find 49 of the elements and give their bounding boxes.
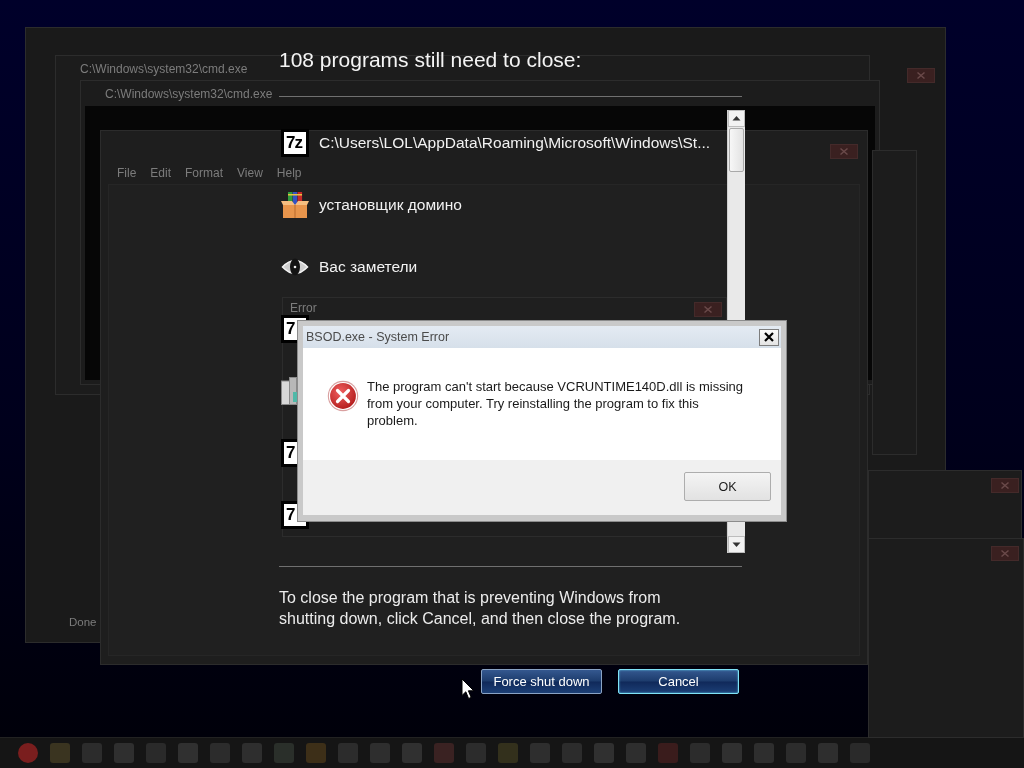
status-text: Done bbox=[69, 615, 97, 629]
ok-button[interactable]: OK bbox=[684, 472, 771, 501]
close-icon bbox=[917, 72, 925, 79]
program-name: C:\Users\LOL\AppData\Roaming\Microsoft\Windows\St... bbox=[319, 133, 711, 153]
window-title: Error bbox=[290, 301, 317, 315]
taskbar-app-icon[interactable] bbox=[530, 743, 550, 763]
close-button[interactable] bbox=[759, 328, 779, 346]
taskbar-app-icon[interactable] bbox=[594, 743, 614, 763]
taskbar-app-icon[interactable] bbox=[114, 743, 134, 763]
shutdown-heading: 108 programs still need to close: bbox=[279, 47, 583, 73]
taskbar-app-icon[interactable] bbox=[306, 743, 326, 763]
program-icon: 7z bbox=[281, 129, 309, 157]
taskbar-app-icon[interactable] bbox=[402, 743, 422, 763]
close-icon bbox=[840, 148, 848, 155]
taskbar-app-icon[interactable] bbox=[370, 743, 390, 763]
window-title: C:\Windows\system32\cmd.exe bbox=[80, 62, 248, 76]
taskbar-app-icon[interactable] bbox=[274, 743, 294, 763]
taskbar-app-icon[interactable] bbox=[178, 743, 198, 763]
menu-item[interactable]: Edit bbox=[150, 166, 172, 180]
mouse-pointer-icon bbox=[461, 678, 475, 700]
dialog-title: BSOD.exe - System Error bbox=[306, 330, 450, 344]
taskbar-app-icon[interactable] bbox=[626, 743, 646, 763]
error-icon bbox=[327, 380, 359, 412]
cancel-button[interactable]: Cancel bbox=[618, 669, 739, 694]
menu-item[interactable]: Help bbox=[276, 166, 302, 180]
close-icon bbox=[1001, 550, 1009, 557]
taskbar-app-icon[interactable] bbox=[722, 743, 742, 763]
menu-item[interactable]: Format bbox=[185, 166, 224, 180]
taskbar-app-icon[interactable] bbox=[50, 743, 70, 763]
taskbar-app-icon[interactable] bbox=[658, 743, 678, 763]
menu-item[interactable]: View bbox=[237, 166, 263, 180]
taskbar-app-icon[interactable] bbox=[242, 743, 262, 763]
close-icon bbox=[764, 332, 774, 342]
taskbar-app-icon[interactable] bbox=[434, 743, 454, 763]
menu-item[interactable]: File bbox=[117, 166, 137, 180]
error-message: The program can't start because VCRUNTIME140D.dll is missing from your computer. Try reinstalling the program to fix this problem. bbox=[367, 378, 744, 429]
taskbar-app-icon[interactable] bbox=[754, 743, 774, 763]
scrollbar-thumb[interactable] bbox=[729, 128, 744, 172]
taskbar-app-icon[interactable] bbox=[498, 743, 518, 763]
taskbar-app-icon[interactable] bbox=[18, 743, 38, 763]
window-title: C:\Windows\system32\cmd.exe bbox=[105, 87, 273, 101]
box-icon bbox=[281, 191, 309, 219]
close-icon bbox=[704, 306, 712, 313]
program-name: установщик домино bbox=[319, 195, 462, 215]
taskbar-app-icon[interactable] bbox=[818, 743, 838, 763]
close-icon bbox=[1001, 482, 1009, 489]
force-shut-down-button[interactable]: Force shut down bbox=[481, 669, 602, 694]
program-name: Вас заметели bbox=[319, 257, 418, 277]
shutdown-message: To close the program that is preventing Windows from shutting down, click Cancel, and then close the program. bbox=[279, 588, 682, 629]
